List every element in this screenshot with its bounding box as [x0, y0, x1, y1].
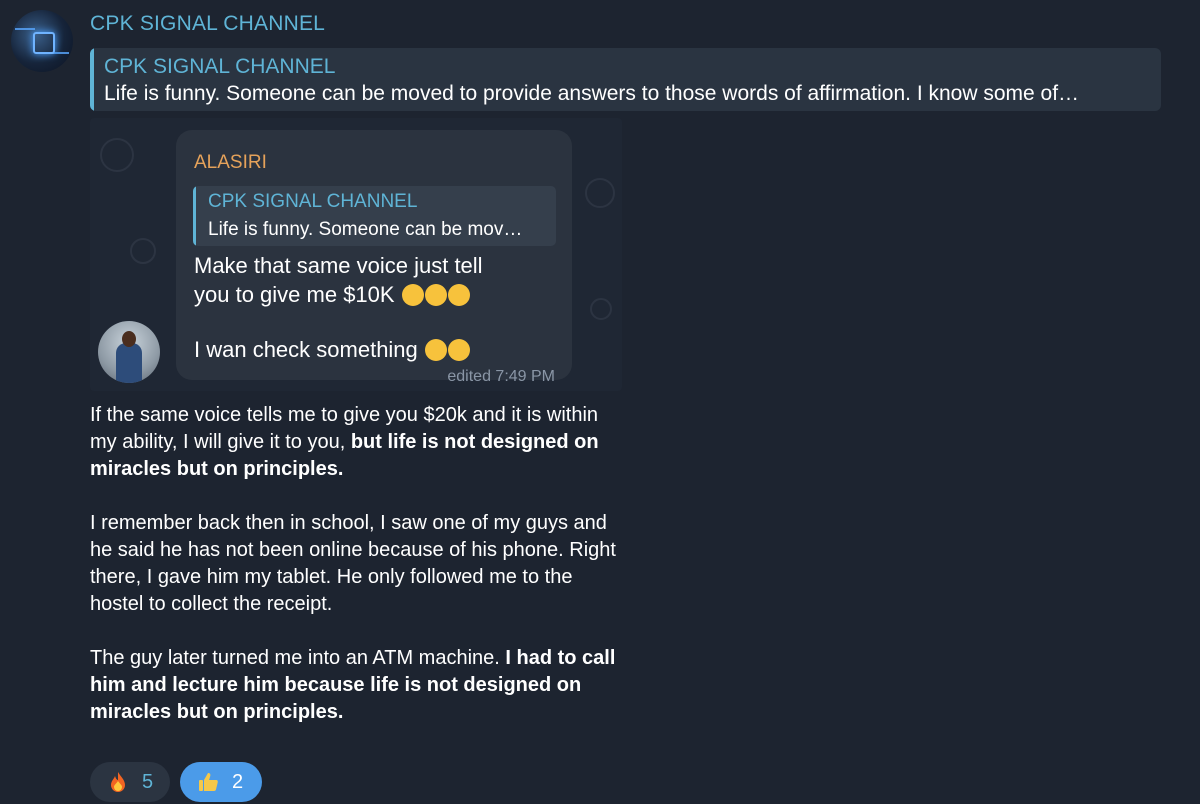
quoted-message-text-2: I wan check something	[194, 337, 470, 363]
quoted-reply-text: Life is funny. Someone can be mov…	[208, 219, 523, 240]
reply-preview[interactable]: CPK SIGNAL CHANNEL Life is funny. Someon…	[90, 48, 1161, 111]
quoted-reply-preview: CPK SIGNAL CHANNEL Life is funny. Someon…	[193, 186, 556, 246]
reply-title: CPK SIGNAL CHANNEL	[104, 55, 336, 78]
fire-reaction-button[interactable]: 5	[90, 762, 170, 802]
quoted-reply-title: CPK SIGNAL CHANNEL	[208, 191, 418, 212]
thumbs-up-reaction-button[interactable]: 2	[180, 762, 262, 802]
quoted-sender-avatar	[98, 321, 160, 383]
quoted-reply-bar	[193, 186, 196, 246]
fire-icon	[111, 772, 125, 792]
post-paragraph: If the same voice tells me to give you $…	[90, 402, 620, 483]
avatar-decoration	[15, 28, 35, 30]
quoted-line-3: I wan check something	[194, 337, 418, 362]
chip-icon	[33, 32, 55, 54]
post-text-normal: The guy later turned me into an ATM mach…	[90, 647, 506, 669]
avatar-figure	[122, 331, 136, 347]
quoted-line-2: you to give me $10K	[194, 282, 395, 307]
edited-timestamp: edited 7:49 PM	[447, 368, 555, 385]
grinning-emoji-icon	[447, 284, 470, 306]
avatar-figure	[116, 343, 142, 383]
reaction-count: 5	[142, 771, 154, 793]
wallpaper-doodle	[130, 238, 156, 264]
post-text: If the same voice tells me to give you $…	[90, 402, 620, 753]
channel-name[interactable]: CPK SIGNAL CHANNEL	[90, 12, 325, 36]
quoted-sender: ALASIRI	[194, 152, 267, 173]
reaction-count: 2	[232, 771, 244, 793]
smiling-emoji-icon	[447, 339, 470, 361]
post-paragraph: The guy later turned me into an ATM mach…	[90, 645, 620, 726]
wallpaper-doodle	[585, 178, 615, 208]
thumbs-up-icon	[199, 773, 218, 791]
reply-text: Life is funny. Someone can be moved to p…	[104, 82, 1080, 105]
post-paragraph: I remember back then in school, I saw on…	[90, 512, 616, 615]
grinning-emoji-icon	[401, 284, 424, 306]
wallpaper-doodle	[590, 298, 612, 320]
attached-screenshot[interactable]: ALASIRI CPK SIGNAL CHANNEL Life is funny…	[90, 118, 622, 391]
grinning-emoji-icon	[424, 284, 447, 306]
quoted-line-1: Make that same voice just tell	[194, 253, 483, 278]
channel-avatar[interactable]	[11, 10, 73, 72]
wallpaper-doodle	[100, 138, 134, 172]
quoted-message-bubble: ALASIRI CPK SIGNAL CHANNEL Life is funny…	[176, 130, 572, 385]
quoted-message-text: Make that same voice just tell you to gi…	[194, 251, 564, 309]
smiling-emoji-icon	[424, 339, 447, 361]
reply-accent-bar	[90, 48, 94, 111]
